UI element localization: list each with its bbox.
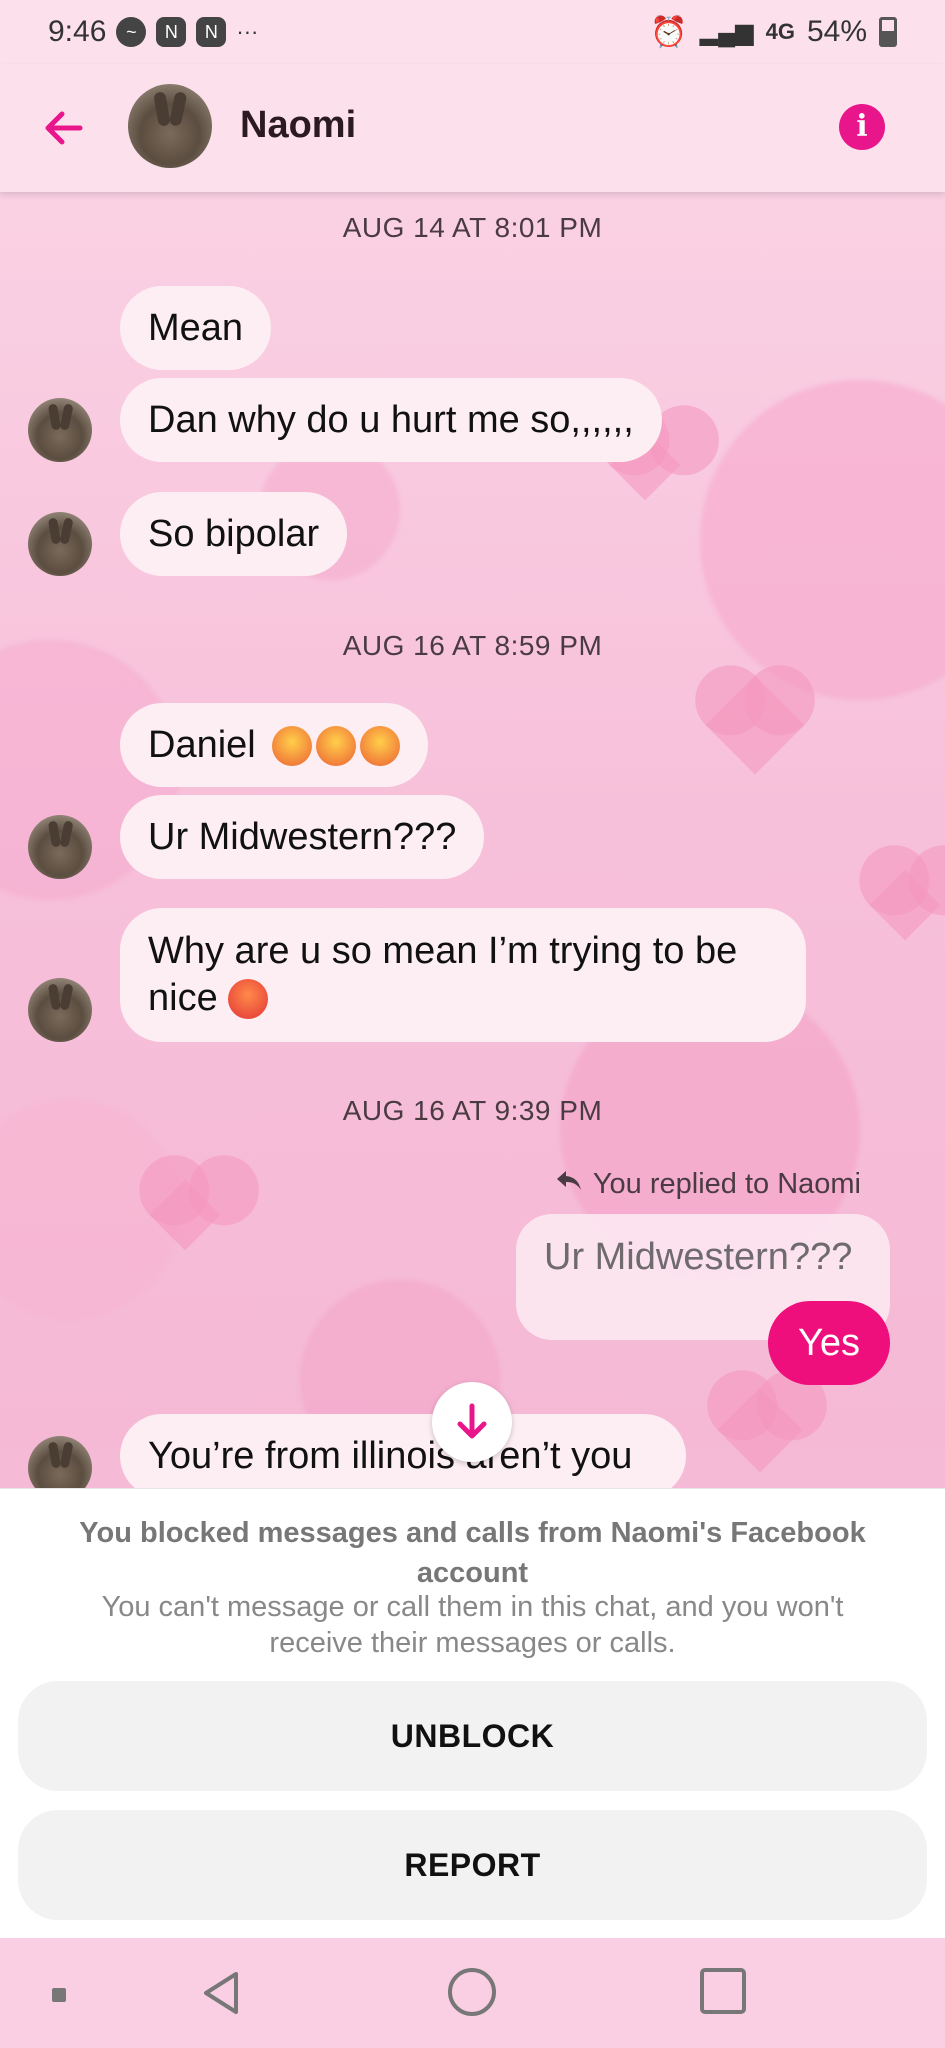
arrow-left-icon[interactable] xyxy=(40,104,88,152)
battery-icon xyxy=(879,17,897,47)
more-notifications-icon: ··· xyxy=(236,19,259,44)
hot-face-emoji-icon xyxy=(268,724,400,767)
message-text: So bipolar xyxy=(148,512,320,555)
nav-dot-icon xyxy=(52,1988,66,2002)
message-bubble[interactable]: Why are u so mean I’m trying to be nice xyxy=(120,908,806,1042)
network-type: 4G xyxy=(765,19,795,44)
message-bubble[interactable]: Ur Midwestern??? xyxy=(120,795,485,879)
scroll-to-bottom-button[interactable] xyxy=(432,1382,512,1462)
reply-note-text: You replied to Naomi xyxy=(592,1168,861,1200)
status-bar: 9:46 ~ N N ··· ⏰ ▂▄▆ 4G 54% xyxy=(0,0,945,64)
sender-avatar[interactable] xyxy=(28,398,92,462)
reply-indicator: You replied to Naomi xyxy=(555,1168,861,1201)
notification-app-icon: N xyxy=(156,17,187,47)
angry-face-emoji-icon xyxy=(227,978,268,1019)
notification-app-icon-2: N xyxy=(196,17,227,47)
status-time: 9:46 xyxy=(48,15,107,48)
message-text: Mean xyxy=(148,306,244,349)
nav-back-icon[interactable] xyxy=(196,1968,246,2018)
report-button[interactable]: REPORT xyxy=(18,1810,927,1920)
sent-message-bubble[interactable]: Yes xyxy=(768,1301,890,1385)
timestamp: AUG 16 AT 9:39 PM xyxy=(342,1095,603,1126)
message-bubble[interactable]: Daniel xyxy=(120,703,428,787)
messenger-icon: ~ xyxy=(116,17,147,47)
alarm-icon: ⏰ xyxy=(650,15,688,49)
unblock-button[interactable]: UNBLOCK xyxy=(18,1681,927,1791)
message-text: Daniel xyxy=(148,723,256,766)
sender-avatar[interactable] xyxy=(28,815,92,879)
contact-name[interactable]: Naomi xyxy=(240,104,356,147)
contact-avatar[interactable] xyxy=(128,84,212,168)
blocked-description: You can't message or call them in this c… xyxy=(101,1591,844,1659)
conversation-header: Naomi i xyxy=(0,64,945,192)
sender-avatar[interactable] xyxy=(28,978,92,1042)
nav-home-icon[interactable] xyxy=(448,1968,496,2016)
arrow-down-icon xyxy=(454,1403,490,1451)
message-text-line-1: Why are u so mean I’m trying to be xyxy=(148,930,738,972)
reply-arrow-icon xyxy=(555,1168,583,1201)
timestamp: AUG 16 AT 8:59 PM xyxy=(342,630,603,661)
message-bubble[interactable]: Dan why do u hurt me so,,,,,, xyxy=(120,378,662,462)
quoted-message-text: Ur Midwestern??? xyxy=(544,1236,853,1278)
system-navigation-bar xyxy=(0,1938,945,2048)
message-text: You’re from illinois aren’t you xyxy=(148,1434,633,1477)
message-bubble[interactable]: So bipolar xyxy=(120,492,348,576)
blocked-notice-panel: You blocked messages and calls from Naom… xyxy=(0,1488,945,1938)
blocked-title: You blocked messages and calls from Naom… xyxy=(79,1517,866,1589)
nav-recent-apps-icon[interactable] xyxy=(700,1968,746,2014)
signal-icon: ▂▄▆ xyxy=(699,18,754,46)
info-icon[interactable]: i xyxy=(839,104,885,150)
message-bubble[interactable]: You’re from illinois aren’t you xyxy=(120,1414,686,1498)
report-label: REPORT xyxy=(404,1846,541,1883)
battery-percent: 54% xyxy=(806,15,867,48)
sent-message-text: Yes xyxy=(798,1321,860,1364)
message-text: Dan why do u hurt me so,,,,,, xyxy=(148,398,634,441)
timestamp: AUG 14 AT 8:01 PM xyxy=(342,212,603,243)
sender-avatar[interactable] xyxy=(28,512,92,576)
message-text: Ur Midwestern??? xyxy=(148,815,457,858)
message-text-line-2: nice xyxy=(148,977,218,1019)
unblock-label: UNBLOCK xyxy=(390,1717,555,1754)
message-bubble[interactable]: Mean xyxy=(120,286,272,370)
